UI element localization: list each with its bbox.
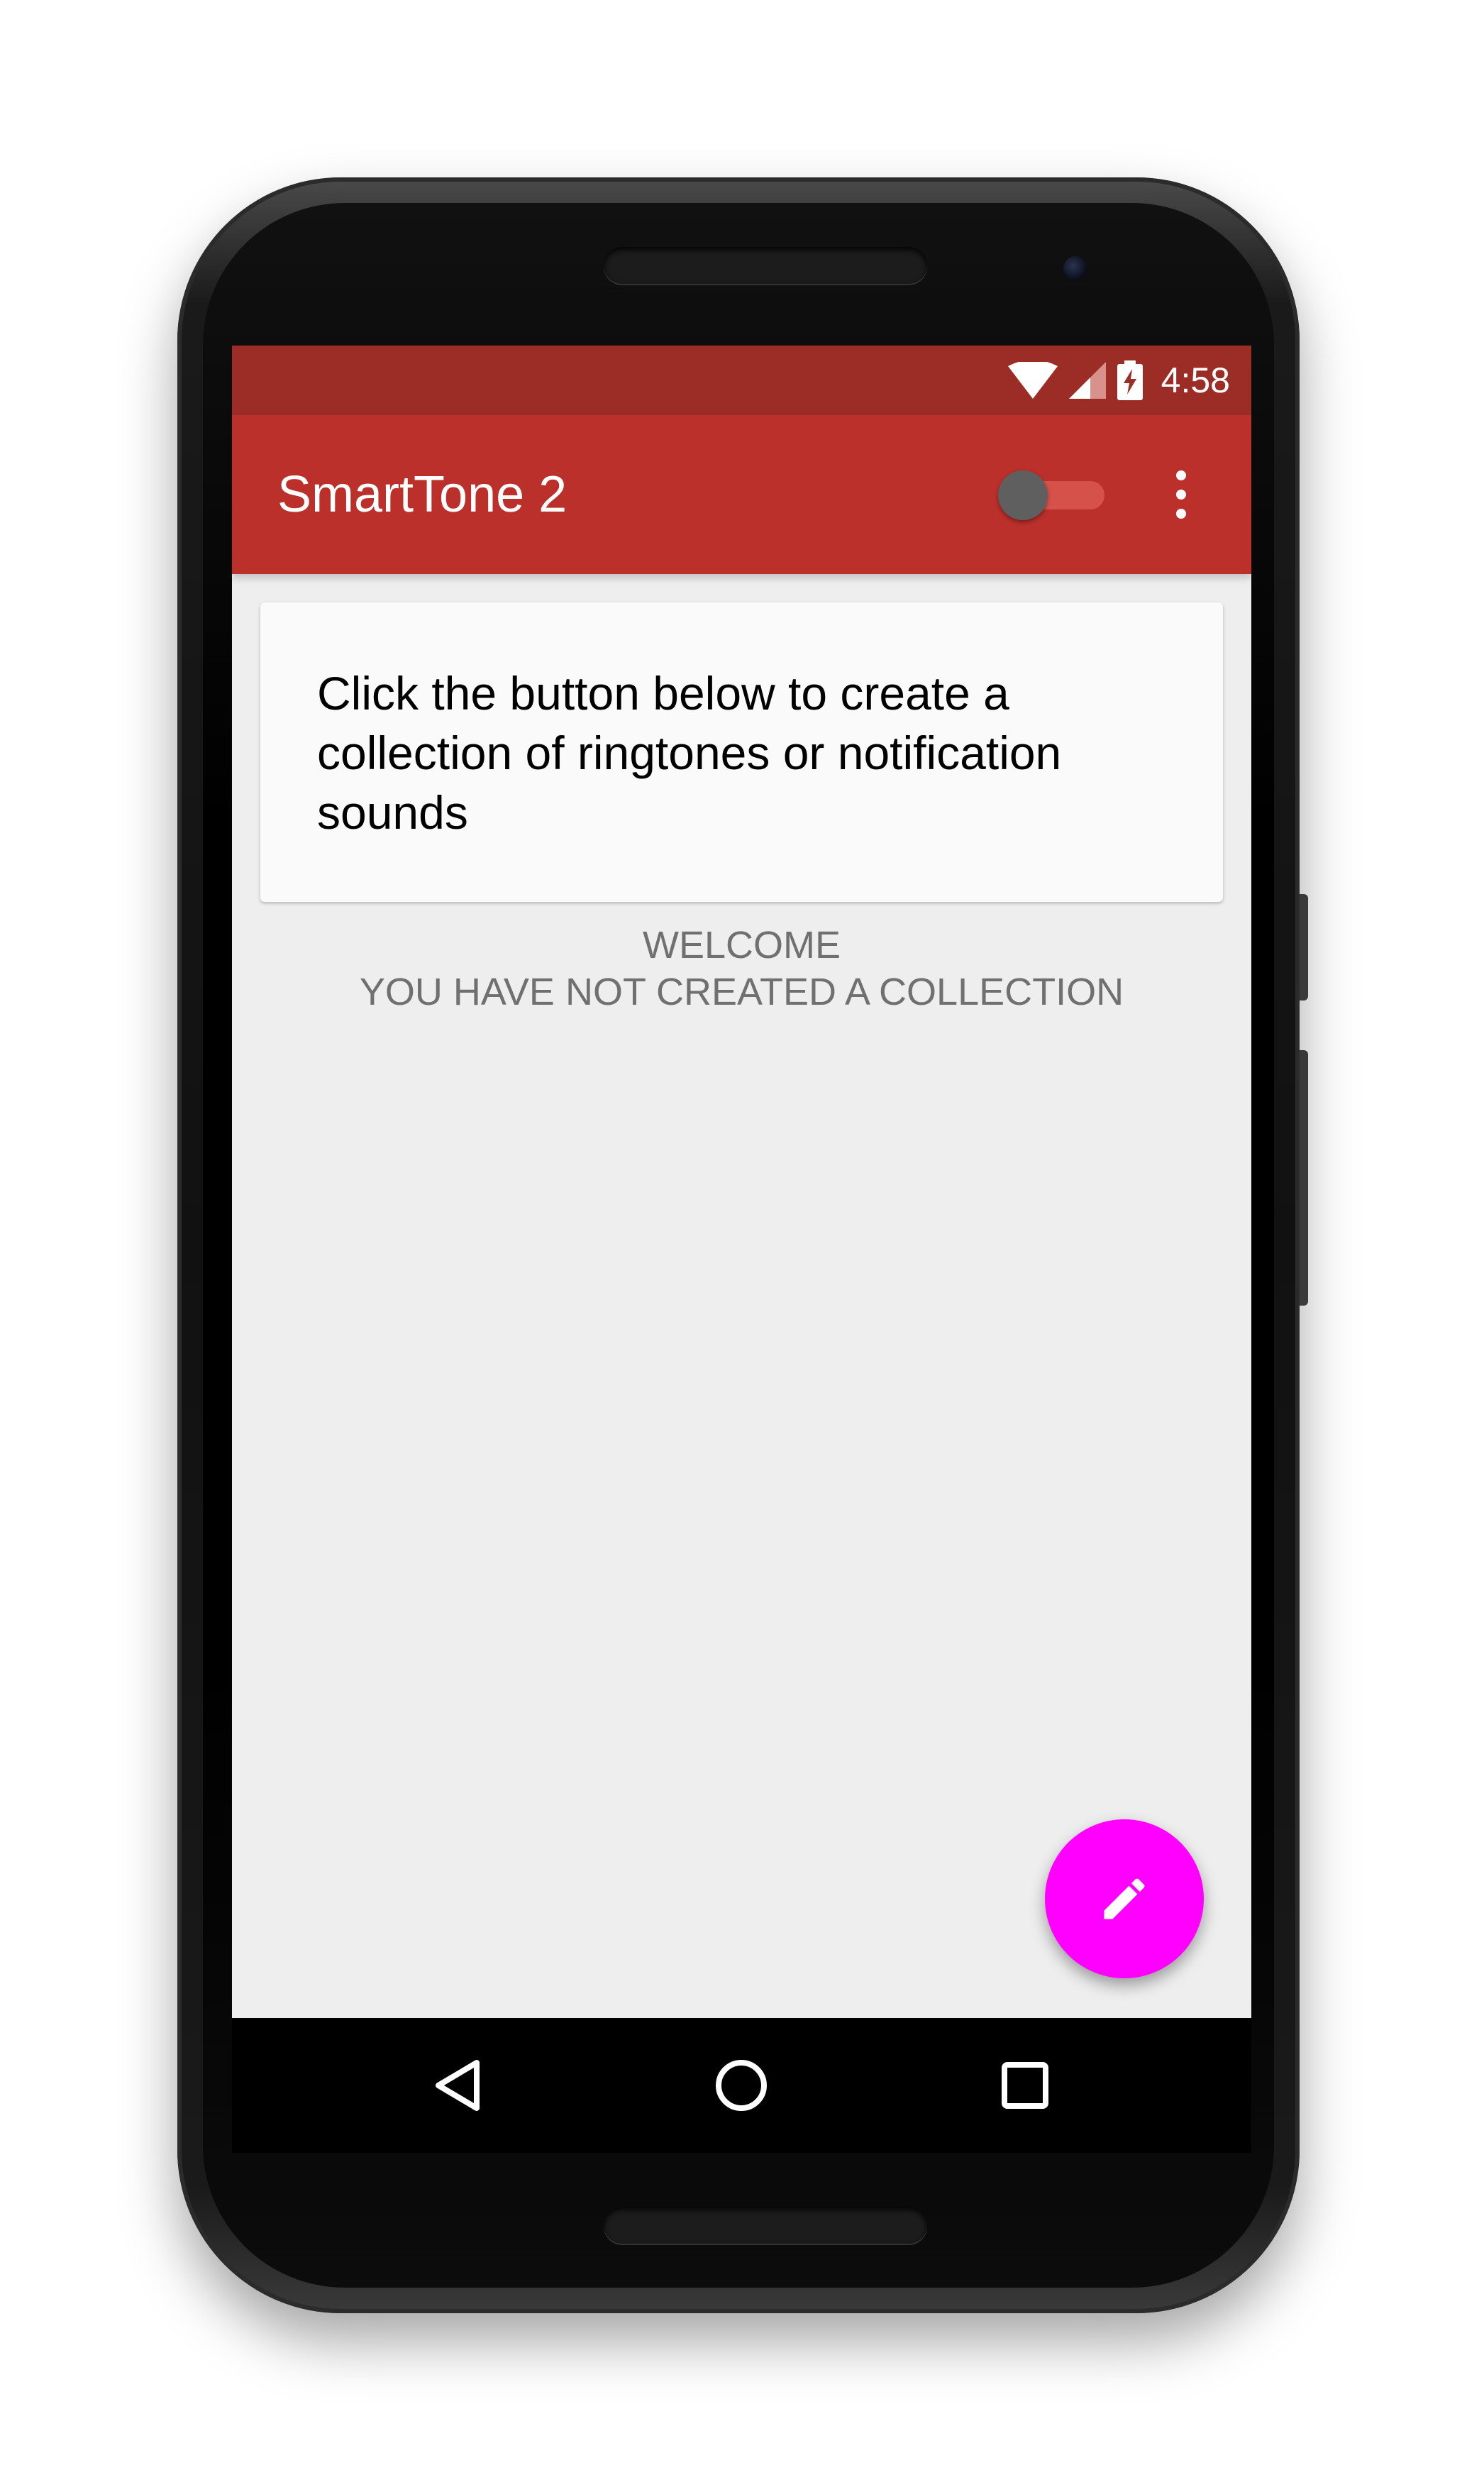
more-vert-icon[interactable] [1161, 466, 1201, 523]
power-button [1300, 894, 1308, 1000]
wifi-icon [1007, 362, 1058, 399]
service-toggle-switch[interactable] [998, 470, 1104, 520]
home-button[interactable] [706, 2050, 777, 2121]
front-camera [1063, 256, 1087, 280]
status-time: 4:58 [1161, 360, 1230, 400]
no-collection-label: YOU HAVE NOT CREATED A COLLECTION [359, 971, 1124, 1013]
bottom-speaker-grille [604, 2207, 927, 2244]
top-speaker-grille [604, 247, 927, 284]
app-screen: 4:58 SmartTone 2 Click the button below … [232, 346, 1251, 2018]
volume-rocker [1300, 1050, 1308, 1306]
switch-thumb [998, 470, 1048, 520]
battery-charging-icon [1117, 360, 1143, 400]
overflow-dot [1176, 490, 1186, 500]
empty-state: WELCOME YOU HAVE NOT CREATED A COLLECTIO… [232, 922, 1251, 1015]
status-icons: 4:58 [1007, 346, 1230, 415]
instruction-text: Click the button below to create a colle… [317, 667, 1062, 839]
create-collection-fab[interactable] [1045, 1819, 1204, 1978]
back-button[interactable] [422, 2050, 493, 2121]
overflow-dot [1176, 509, 1186, 519]
welcome-label: WELCOME [642, 924, 841, 966]
status-bar: 4:58 [232, 346, 1251, 415]
overflow-dot [1176, 470, 1186, 480]
back-icon [436, 2060, 480, 2111]
recents-icon [1002, 2062, 1048, 2109]
recents-button[interactable] [990, 2050, 1061, 2121]
app-title: SmartTone 2 [277, 466, 567, 523]
system-navigation-bar [232, 2018, 1251, 2153]
home-icon [716, 2060, 767, 2111]
cell-signal-icon [1068, 362, 1106, 399]
edit-pencil-icon [1104, 1878, 1145, 1919]
app-toolbar: SmartTone 2 [232, 415, 1251, 574]
instruction-card: Click the button below to create a colle… [260, 602, 1223, 902]
